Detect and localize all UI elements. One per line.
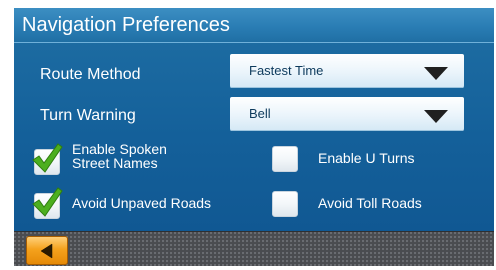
toll-roads-label: Avoid Toll Roads xyxy=(318,195,422,211)
navigation-preferences-screen: Navigation Preferences Route Method Fast… xyxy=(14,8,494,266)
turn-warning-value: Bell xyxy=(249,106,271,121)
back-button[interactable] xyxy=(26,236,68,265)
toll-roads-checkbox[interactable] xyxy=(272,191,298,217)
spoken-street-names-checkbox[interactable] xyxy=(32,143,63,175)
u-turns-checkbox[interactable] xyxy=(272,146,298,172)
turn-warning-label: Turn Warning xyxy=(40,107,136,124)
dropdown-arrow-icon xyxy=(424,67,448,80)
u-turns-label: Enable U Turns xyxy=(318,150,415,166)
unpaved-roads-checkbox[interactable] xyxy=(32,187,63,219)
route-method-label: Route Method xyxy=(40,66,141,83)
title-bar: Navigation Preferences xyxy=(14,8,494,43)
dropdown-arrow-icon xyxy=(424,110,448,123)
route-method-value: Fastest Time xyxy=(249,63,324,78)
bottom-toolbar xyxy=(14,231,494,266)
turn-warning-dropdown[interactable]: Bell xyxy=(230,97,464,131)
unpaved-roads-label: Avoid Unpaved Roads xyxy=(72,195,212,211)
spoken-street-names-label-line2: Street Names xyxy=(72,155,158,171)
page-title: Navigation Preferences xyxy=(22,14,230,36)
checkmark-icon xyxy=(32,143,63,173)
back-arrow-icon xyxy=(40,243,53,259)
checkmark-icon xyxy=(32,187,63,217)
route-method-dropdown[interactable]: Fastest Time xyxy=(230,54,464,88)
